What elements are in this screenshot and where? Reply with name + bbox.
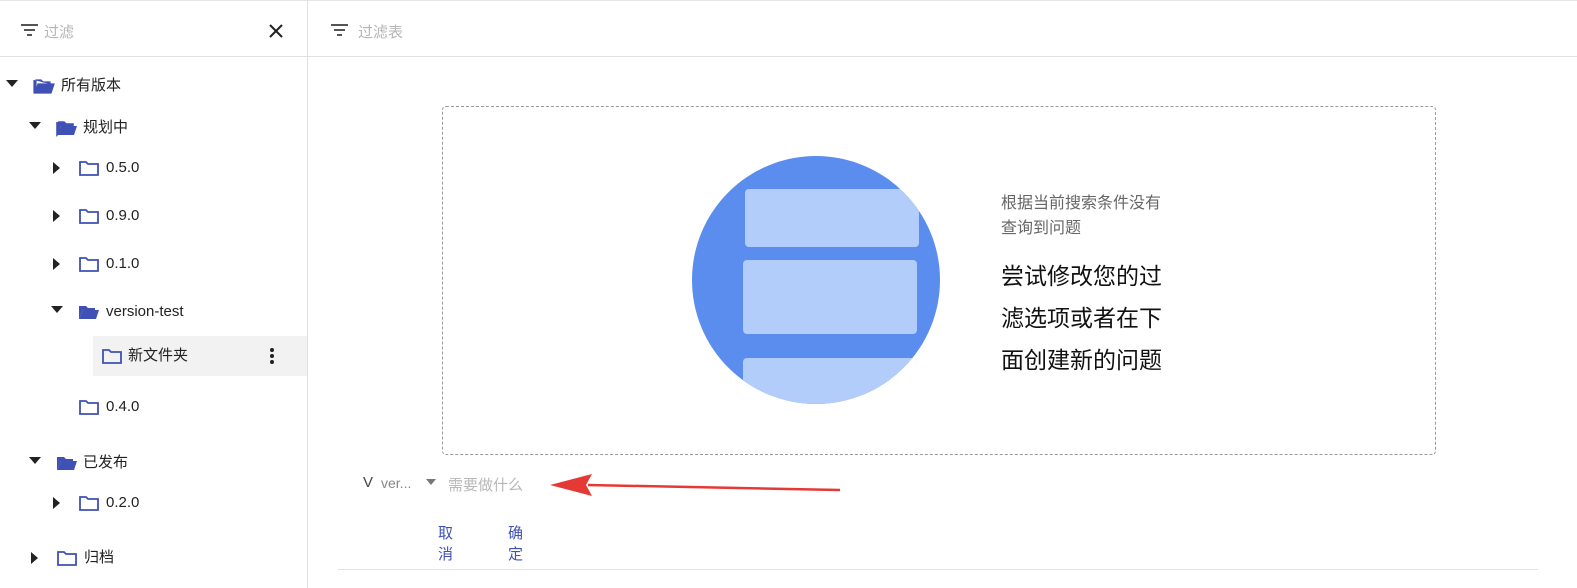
empty-state-message-line: 滤选项或者在下 — [1001, 305, 1162, 331]
caret-right-icon[interactable] — [50, 244, 68, 284]
table-filter-input[interactable] — [358, 18, 758, 46]
tree-item-label: 0.9.0 — [106, 207, 140, 224]
tree-item-0-1-0[interactable]: 0.1.0 — [0, 244, 307, 284]
issue-summary-input[interactable] — [448, 470, 748, 500]
tree-item-label: 新文件夹 — [128, 347, 189, 364]
empty-state-subtitle: 根据当前搜索条件没有 查询到问题 — [1001, 191, 1201, 241]
caret-down-icon[interactable] — [48, 292, 66, 332]
empty-state-message-line: 尝试修改您的过 — [1001, 263, 1162, 289]
tree-item-planning[interactable]: 规划中 — [0, 108, 307, 148]
caret-right-icon[interactable] — [50, 148, 68, 188]
issue-list-panel: 根据当前搜索条件没有 查询到问题 尝试修改您的过 滤选项或者在下 面创建新的问题… — [308, 0, 1577, 588]
filter-icon — [21, 24, 38, 36]
empty-state-text: 根据当前搜索条件没有 查询到问题 尝试修改您的过 滤选项或者在下 面创建新的问题 — [1001, 191, 1201, 381]
tree-item-label: 规划中 — [83, 119, 129, 136]
caret-down-icon[interactable] — [26, 108, 44, 148]
divider — [338, 569, 1538, 570]
caret-right-icon[interactable] — [50, 483, 68, 523]
tree-item-label: 0.2.0 — [106, 494, 140, 511]
filter-icon — [331, 24, 348, 36]
version-name: ver... — [381, 475, 412, 491]
tree-item-label: 归档 — [84, 549, 115, 566]
tree-item-label: version-test — [106, 303, 184, 320]
folder-icon — [57, 551, 77, 566]
tree-item-all-versions[interactable]: 所有版本 — [0, 66, 307, 106]
folder-open-icon — [33, 79, 55, 94]
tree-item-0-9-0[interactable]: 0.9.0 — [0, 196, 307, 236]
empty-state-subtitle-line: 根据当前搜索条件没有 — [1001, 195, 1162, 212]
caret-down-icon[interactable] — [3, 66, 21, 106]
folder-icon — [79, 257, 99, 272]
folder-open-icon — [56, 121, 77, 137]
sidebar-filter-input[interactable] — [44, 18, 244, 46]
tree-item-label: 0.1.0 — [106, 255, 140, 272]
empty-state: 根据当前搜索条件没有 查询到问题 尝试修改您的过 滤选项或者在下 面创建新的问题 — [442, 106, 1436, 455]
tree-item-label: 0.4.0 — [106, 398, 140, 415]
empty-state-message-line: 面创建新的问题 — [1001, 347, 1162, 373]
cancel-button[interactable]: 取消 — [438, 522, 453, 564]
caret-down-icon — [426, 479, 436, 485]
folder-open-icon — [57, 457, 77, 470]
folder-icon — [102, 349, 122, 364]
tree-item-0-5-0[interactable]: 0.5.0 — [0, 148, 307, 188]
empty-list-illustration — [692, 156, 940, 404]
folder-icon — [79, 400, 99, 415]
caret-right-icon[interactable] — [28, 538, 46, 578]
close-icon[interactable] — [266, 21, 286, 41]
quick-create-row: V ver... — [356, 468, 956, 500]
tree-item-version-test[interactable]: version-test — [0, 292, 307, 332]
empty-state-message: 尝试修改您的过 滤选项或者在下 面创建新的问题 — [1001, 255, 1201, 381]
folder-icon — [79, 496, 99, 511]
table-filter-bar — [308, 3, 1577, 57]
version-sidebar: 所有版本 规划中 0.5.0 0.9.0 0.1.0 version-test … — [0, 0, 308, 588]
tree-item-label: 0.5.0 — [106, 159, 140, 176]
folder-open-icon — [79, 306, 99, 319]
tree-item-archive[interactable]: 归档 — [0, 538, 307, 578]
confirm-button[interactable]: 确定 — [508, 522, 523, 564]
more-vertical-icon[interactable] — [262, 346, 282, 366]
folder-icon — [79, 209, 99, 224]
version-select[interactable]: V ver... — [356, 468, 444, 500]
tree-item-0-4-0[interactable]: 0.4.0 — [0, 387, 307, 427]
folder-icon — [79, 161, 99, 176]
empty-state-subtitle-line: 查询到问题 — [1001, 220, 1082, 237]
sidebar-filter-bar — [0, 3, 307, 57]
caret-down-icon[interactable] — [26, 443, 44, 483]
tree-item-0-2-0[interactable]: 0.2.0 — [0, 483, 307, 523]
caret-right-icon[interactable] — [50, 196, 68, 236]
tree-item-released[interactable]: 已发布 — [0, 443, 307, 483]
tree-item-label: 已发布 — [83, 454, 129, 471]
tree-item-label: 所有版本 — [61, 77, 122, 94]
version-prefix: V — [363, 474, 374, 491]
tree-item-new-folder[interactable]: 新文件夹 — [93, 336, 307, 376]
